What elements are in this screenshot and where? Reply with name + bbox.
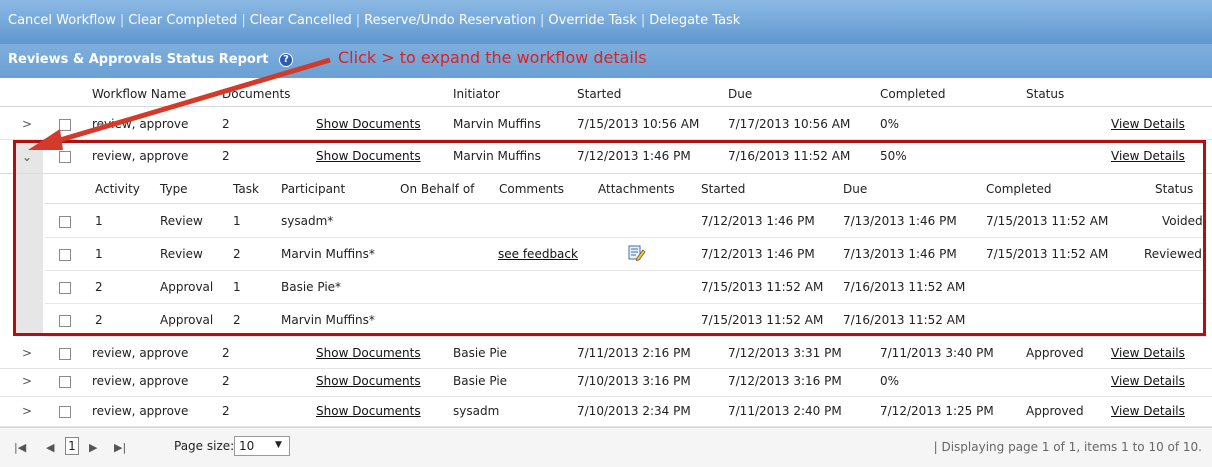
started: 7/10/2013 3:16 PM — [577, 374, 691, 388]
due: 7/12/2013 3:31 PM — [728, 346, 842, 360]
next-page-icon[interactable]: ▶ — [89, 441, 97, 454]
page-size-label: Page size: — [174, 439, 235, 453]
pager: |◀ ◀ 1 ▶ ▶| Page size: 10 ▼ | Displaying… — [0, 427, 1212, 467]
workflow-name: review, approve — [92, 346, 189, 360]
row-checkbox[interactable] — [59, 348, 71, 360]
table-row[interactable]: > review, approve 2 Show Documents Basie… — [0, 366, 1212, 397]
expand-chevron-icon[interactable]: > — [22, 404, 32, 418]
due: 7/12/2013 3:16 PM — [728, 374, 842, 388]
due: 7/11/2013 2:40 PM — [728, 404, 842, 418]
document-count: 2 — [222, 404, 230, 418]
chevron-down-icon: ▼ — [275, 440, 282, 450]
table-row[interactable]: > review, approve 2 Show Documents Basie… — [0, 338, 1212, 369]
view-details-link[interactable]: View Details — [1111, 404, 1185, 418]
table-row[interactable]: > review, approve 2 Show Documents sysad… — [0, 396, 1212, 427]
paging-info: | Displaying page 1 of 1, items 1 to 10 … — [933, 440, 1202, 454]
workflow-name: review, approve — [92, 374, 189, 388]
initiator: Basie Pie — [453, 374, 508, 388]
initiator: Basie Pie — [453, 346, 508, 360]
current-page[interactable]: 1 — [65, 437, 79, 455]
completed: 7/11/2013 3:40 PM — [880, 346, 994, 360]
page-size-select[interactable]: 10 ▼ — [234, 436, 290, 456]
view-details-link[interactable]: View Details — [1111, 346, 1185, 360]
show-documents-link[interactable]: Show Documents — [316, 404, 421, 418]
workflow-name: review, approve — [92, 404, 189, 418]
first-page-icon[interactable]: |◀ — [14, 441, 26, 454]
started: 7/11/2013 2:16 PM — [577, 346, 691, 360]
row-checkbox[interactable] — [59, 376, 71, 388]
expand-chevron-icon[interactable]: > — [22, 346, 32, 360]
page-size-value: 10 — [239, 439, 255, 453]
completed: 7/12/2013 1:25 PM — [880, 404, 994, 418]
status: Approved — [1026, 404, 1084, 418]
initiator: sysadm — [453, 404, 500, 418]
last-page-icon[interactable]: ▶| — [114, 441, 126, 454]
prev-page-icon[interactable]: ◀ — [46, 441, 54, 454]
show-documents-link[interactable]: Show Documents — [316, 346, 421, 360]
view-details-link[interactable]: View Details — [1111, 374, 1185, 388]
status: Approved — [1026, 346, 1084, 360]
completed: 0% — [880, 374, 900, 388]
document-count: 2 — [222, 374, 230, 388]
document-count: 2 — [222, 346, 230, 360]
row-checkbox[interactable] — [59, 406, 71, 418]
show-documents-link[interactable]: Show Documents — [316, 374, 421, 388]
started: 7/10/2013 2:34 PM — [577, 404, 691, 418]
expand-chevron-icon[interactable]: > — [22, 374, 32, 388]
